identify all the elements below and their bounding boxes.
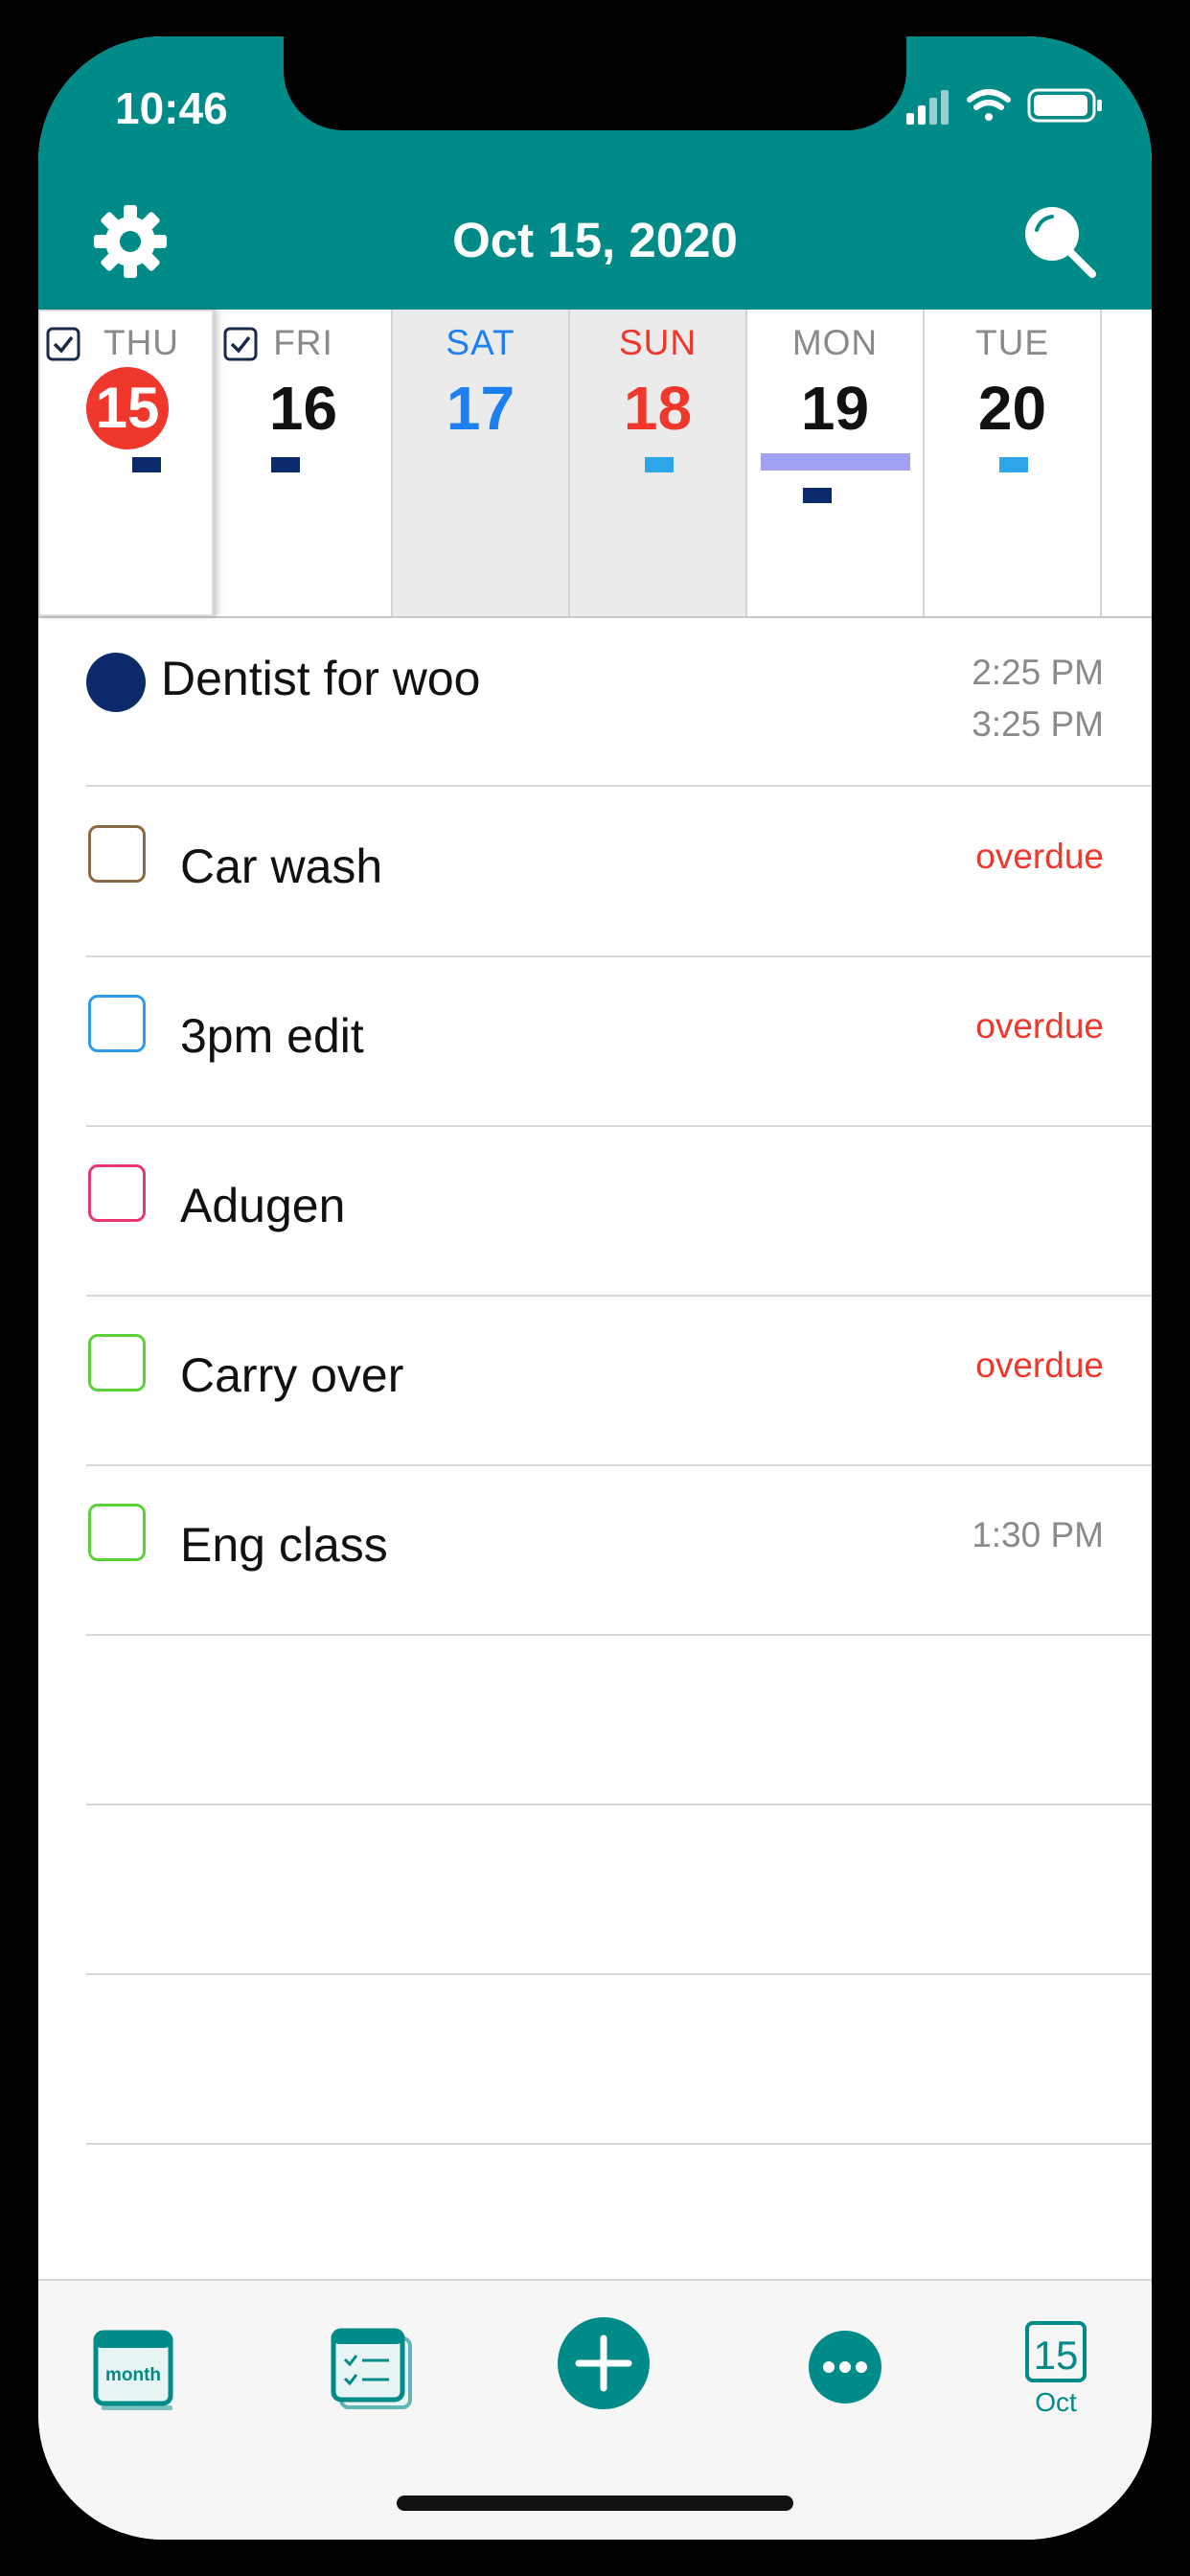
home-indicator [397, 2496, 793, 2511]
today-date-month: Oct [1035, 2387, 1077, 2417]
task-checkbox[interactable] [88, 1334, 146, 1392]
day-number: 18 [623, 374, 693, 443]
task-status: overdue [975, 1006, 1104, 1046]
task-checkbox[interactable] [88, 1504, 146, 1561]
day-name: TUE [975, 323, 1049, 362]
day-number: 20 [977, 374, 1047, 443]
list-item-event[interactable]: Dentist for woo 2:25 PM 3:25 PM [86, 618, 1152, 787]
multiday-event-bar [761, 453, 910, 471]
day-partial [1102, 310, 1152, 616]
phone-screen: 10:46 Oct 15, 2020 THU 15 FRI 16 SAT 17 … [38, 36, 1152, 2540]
week-strip: THU 15 FRI 16 SAT 17 SUN 18 MON 19 TUE 2… [38, 310, 1152, 618]
event-times: 2:25 PM 3:25 PM [972, 647, 1104, 750]
event-marker [645, 457, 674, 472]
task-checkbox[interactable] [88, 995, 146, 1052]
task-time: 1:30 PM [972, 1515, 1104, 1554]
day-sat[interactable]: SAT 17 [393, 310, 570, 616]
day-tue[interactable]: TUE 20 [925, 310, 1102, 616]
battery-icon [1027, 88, 1102, 123]
today-date-icon[interactable]: 15 Oct [1014, 2315, 1100, 2423]
add-icon[interactable] [554, 2313, 653, 2413]
event-marker [803, 488, 832, 503]
task-title: Carry over [180, 1348, 404, 1402]
search-icon[interactable] [1019, 201, 1100, 282]
empty-row [86, 1976, 1152, 2145]
event-start-time: 2:25 PM [972, 653, 1104, 692]
task-title: Car wash [180, 840, 383, 893]
day-thu[interactable]: THU 15 [38, 310, 216, 616]
task-title: 3pm edit [180, 1009, 364, 1063]
event-title: Dentist for woo [161, 652, 481, 705]
empty-row [86, 1637, 1152, 1806]
task-status: overdue [975, 1346, 1104, 1385]
status-time: 10:46 [115, 83, 228, 133]
day-sun[interactable]: SUN 18 [570, 310, 747, 616]
task-title: Eng class [180, 1518, 388, 1572]
task-title: Adugen [180, 1179, 346, 1232]
day-name: FRI [273, 323, 333, 362]
event-marker [271, 457, 300, 472]
month-view-icon[interactable]: month [88, 2319, 184, 2415]
list-item-task[interactable]: Eng class 1:30 PM [86, 1467, 1152, 1636]
month-label: month [105, 2365, 161, 2385]
signal-icon [906, 90, 949, 125]
day-fri[interactable]: FRI 16 [216, 310, 393, 616]
list-item-task[interactable]: Adugen [86, 1128, 1152, 1297]
day-name: THU [103, 323, 180, 362]
device-notch [284, 36, 906, 130]
header-date-title[interactable]: Oct 15, 2020 [38, 212, 1152, 268]
event-marker [132, 457, 161, 472]
day-mon[interactable]: MON 19 [747, 310, 925, 616]
task-status: overdue [975, 837, 1104, 876]
day-number: 19 [800, 374, 870, 443]
day-name: MON [791, 323, 879, 362]
empty-row [86, 1806, 1152, 1975]
day-number: 16 [268, 374, 338, 443]
task-checkbox[interactable] [88, 1164, 146, 1222]
list-item-task[interactable]: Car wash overdue [86, 789, 1152, 957]
today-number-circle: 15 [86, 367, 169, 449]
wifi-icon [967, 89, 1011, 121]
list-item-task[interactable]: Carry over overdue [86, 1298, 1152, 1466]
app-header: 10:46 Oct 15, 2020 [38, 36, 1152, 310]
task-list-icon[interactable] [324, 2319, 420, 2415]
more-icon[interactable] [797, 2319, 893, 2415]
task-checkbox[interactable] [88, 825, 146, 883]
day-name: SAT [446, 323, 515, 362]
event-marker [999, 457, 1028, 472]
event-dot-icon [86, 653, 146, 712]
list-item-task[interactable]: 3pm edit overdue [86, 958, 1152, 1127]
event-end-time: 3:25 PM [972, 704, 1104, 744]
today-date-number: 15 [1034, 2333, 1079, 2378]
day-name: SUN [618, 323, 698, 362]
status-icons [906, 88, 1102, 125]
day-number: 17 [446, 374, 515, 443]
